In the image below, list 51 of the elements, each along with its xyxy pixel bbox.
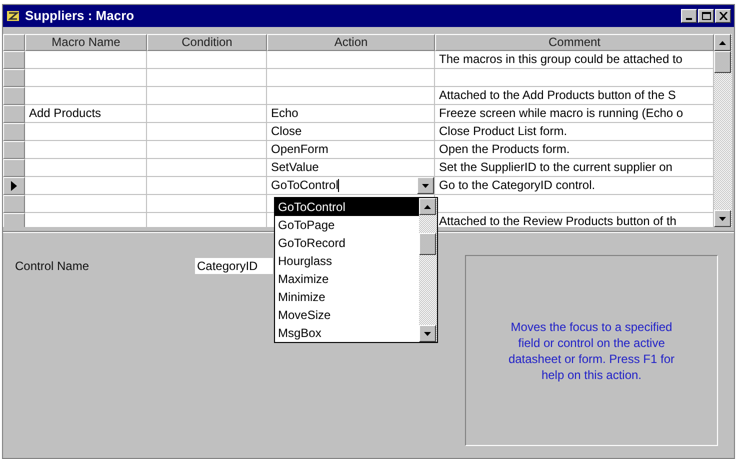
- argument-field[interactable]: CategoryID: [195, 258, 273, 274]
- table-cell: Open the Products form.: [435, 141, 714, 159]
- scroll-up-button[interactable]: [714, 34, 731, 51]
- down-arrow-icon: [719, 216, 726, 220]
- window-title: Suppliers : Macro: [25, 7, 136, 26]
- dropdown-option[interactable]: GoToPage: [275, 216, 419, 234]
- column-header[interactable]: Condition: [147, 34, 267, 51]
- column-header[interactable]: Macro Name: [25, 34, 147, 51]
- vertical-scrollbar[interactable]: [714, 34, 732, 227]
- dropdown-option[interactable]: Minimize: [275, 288, 419, 306]
- table-cell: Set the SupplierID to the current supplier on: [435, 159, 714, 177]
- up-arrow-icon: [424, 204, 431, 208]
- current-row-icon: [11, 181, 17, 191]
- dropdown-option[interactable]: Maximize: [275, 270, 419, 288]
- scroll-down-button[interactable]: [714, 210, 731, 227]
- row-selector[interactable]: [3, 177, 25, 195]
- dropdown-scrollbar[interactable]: [419, 198, 437, 342]
- column-header[interactable]: Action: [267, 34, 435, 51]
- table-cell: Freeze screen while macro is running (Echo o: [435, 105, 714, 123]
- maximize-button[interactable]: [698, 9, 714, 23]
- table-cell: Close Product List form.: [435, 123, 714, 141]
- down-arrow-icon: [424, 332, 431, 336]
- scroll-up-button[interactable]: [419, 198, 436, 215]
- scroll-thumb[interactable]: [714, 51, 731, 73]
- scroll-thumb[interactable]: [419, 233, 436, 255]
- help-text: Moves the focus to a specified field or control on the active datasheet or form. Press F1 for help on this action.: [507, 318, 676, 382]
- down-arrow-icon: [422, 184, 429, 188]
- table-cell: OpenForm: [267, 141, 435, 159]
- argument-label: Control Name: [15, 258, 90, 275]
- close-icon: [718, 12, 728, 20]
- minimize-button[interactable]: [681, 9, 697, 23]
- table-cell: Add Products: [25, 105, 147, 123]
- macro-icon: [6, 9, 20, 23]
- action-combo-box[interactable]: GoToControl: [267, 177, 435, 195]
- table-cell: Echo: [267, 105, 435, 123]
- scroll-down-button[interactable]: [419, 325, 436, 342]
- maximize-icon: [702, 12, 710, 20]
- close-button[interactable]: [715, 9, 731, 23]
- table-cell: Go to the CategoryID control.: [435, 177, 714, 195]
- dropdown-option[interactable]: Hourglass: [275, 252, 419, 270]
- dropdown-button[interactable]: [417, 177, 434, 194]
- dropdown-option[interactable]: MsgBox: [275, 324, 419, 342]
- table-cell: Close: [267, 123, 435, 141]
- up-arrow-icon: [719, 40, 726, 44]
- column-header[interactable]: Comment: [435, 34, 714, 51]
- dropdown-option[interactable]: MoveSize: [275, 306, 419, 324]
- dropdown-option[interactable]: GoToControl: [275, 198, 419, 216]
- table-cell: SetValue: [267, 159, 435, 177]
- table-cell: The macros in this group could be attached to: [435, 51, 714, 69]
- dropdown-option[interactable]: GoToRecord: [275, 234, 419, 252]
- table-cell: Attached to the Add Products button of the S: [435, 87, 714, 105]
